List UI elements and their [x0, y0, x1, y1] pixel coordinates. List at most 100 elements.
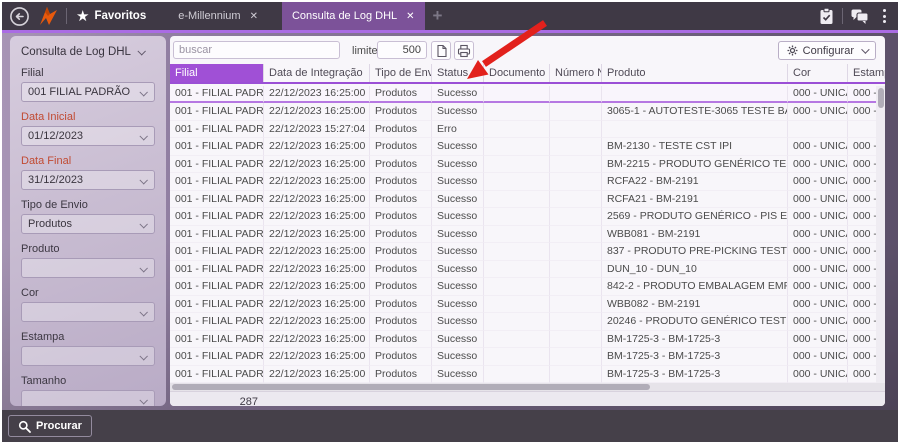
search-input[interactable]: [173, 41, 340, 59]
column-header-status[interactable]: Status: [432, 64, 484, 82]
select-estampa[interactable]: [21, 346, 155, 366]
table-row[interactable]: 001 - FILIAL PADRÃO22/12/2023 16:25:00Pr…: [170, 278, 885, 296]
table-cell: BM-1725-3 - BM-1725-3: [602, 365, 788, 383]
chevron-down-icon: [139, 132, 148, 141]
table-row[interactable]: 001 - FILIAL PADRÃO22/12/2023 16:25:00Pr…: [170, 173, 885, 191]
table-cell: BM-2130 - TESTE CST IPI: [602, 138, 788, 156]
select-produto[interactable]: [21, 258, 155, 278]
select-filial[interactable]: 001 FILIAL PADRÃO: [21, 82, 155, 102]
horizontal-scrollbar[interactable]: [170, 383, 885, 391]
table-cell: Produtos: [370, 138, 432, 156]
table-cell: Produtos: [370, 103, 432, 121]
search-submit-button[interactable]: Procurar: [8, 415, 92, 437]
column-header-documento[interactable]: Documento: [484, 64, 550, 82]
table-row[interactable]: 001 - FILIAL PADRÃO22/12/2023 16:25:00Pr…: [170, 103, 885, 121]
chevron-down-icon: [139, 176, 148, 185]
table-body: 001 - FILIAL PADRÃO22/12/2023 16:25:00Pr…: [170, 86, 885, 383]
table-cell: Sucesso: [432, 190, 484, 209]
table-row[interactable]: 001 - FILIAL PADRÃO22/12/2023 16:25:00Pr…: [170, 330, 885, 349]
chat-bubbles-icon[interactable]: [850, 8, 870, 25]
configure-button[interactable]: Configurar: [777, 41, 876, 60]
table-row[interactable]: 001 - FILIAL PADRÃO22/12/2023 16:25:00Pr…: [170, 208, 885, 226]
tab-consulta-log-dhl[interactable]: Consulta de Log DHL ✕: [281, 2, 425, 30]
chevron-down-icon: [139, 396, 148, 405]
back-icon[interactable]: [9, 6, 30, 27]
table-row[interactable]: 001 - FILIAL PADRÃO22/12/2023 16:25:00Pr…: [170, 190, 885, 209]
table-cell: 000 - UNICA: [788, 103, 848, 121]
table-cell: 22/12/2023 16:25:00: [264, 295, 370, 314]
select-value: Produtos: [28, 218, 73, 230]
table-cell: 000 - UNICA: [788, 173, 848, 191]
select-data-inicial[interactable]: 01/12/2023: [21, 126, 155, 146]
table-row[interactable]: 001 - FILIAL PADRÃO22/12/2023 16:25:00Pr…: [170, 348, 885, 366]
column-header-cor[interactable]: Cor: [788, 64, 848, 82]
table-row[interactable]: 001 - FILIAL PADRÃO22/12/2023 15:27:04Pr…: [170, 120, 885, 139]
field-label-cor: Cor: [21, 287, 39, 299]
table-cell: 3065-1 - AUTOTESTE-3065 TESTE BARRA 1: [602, 103, 788, 121]
select-data-final[interactable]: 31/12/2023: [21, 170, 155, 190]
column-header-tipo-de-envio[interactable]: Tipo de Envio: [370, 64, 432, 82]
table-cell: [550, 225, 602, 244]
panel-title[interactable]: Consulta de Log DHL: [21, 46, 155, 58]
favorites-label[interactable]: Favoritos: [94, 10, 146, 22]
record-count: 287: [239, 396, 258, 406]
vertical-scrollbar[interactable]: [876, 86, 885, 383]
close-icon[interactable]: ✕: [406, 11, 414, 22]
scrollbar-thumb[interactable]: [877, 88, 884, 108]
table-row[interactable]: 001 - FILIAL PADRÃO22/12/2023 16:25:00Pr…: [170, 138, 885, 156]
export-document-icon[interactable]: [431, 41, 451, 60]
table-cell: 22/12/2023 16:25:00: [264, 330, 370, 349]
table-row[interactable]: 001 - FILIAL PADRÃO22/12/2023 16:25:00Pr…: [170, 243, 885, 261]
table-row[interactable]: 001 - FILIAL PADRÃO22/12/2023 16:25:00Pr…: [170, 155, 885, 174]
table-row[interactable]: 001 - FILIAL PADRÃO22/12/2023 16:25:00Pr…: [170, 86, 885, 104]
close-icon[interactable]: ✕: [250, 11, 258, 22]
select-tipo-de-envio[interactable]: Produtos: [21, 214, 155, 234]
table-cell: RCFA21 - BM-2191: [602, 190, 788, 209]
table-cell: Sucesso: [432, 173, 484, 191]
app-window: ★ Favoritos e-Millennium ✕ Consulta de L…: [0, 0, 900, 444]
select-cor[interactable]: [21, 302, 155, 322]
table-cell: [550, 295, 602, 314]
table-cell: Produtos: [370, 155, 432, 174]
column-header-produto[interactable]: Produto: [602, 64, 788, 82]
table-cell: Sucesso: [432, 138, 484, 156]
clipboard-check-icon[interactable]: [818, 7, 835, 26]
search-submit-label: Procurar: [36, 420, 82, 432]
table-row[interactable]: 001 - FILIAL PADRÃO22/12/2023 16:25:00Pr…: [170, 365, 885, 383]
table-cell: 22/12/2023 16:25:00: [264, 365, 370, 383]
table-row[interactable]: 001 - FILIAL PADRÃO22/12/2023 16:25:00Pr…: [170, 295, 885, 314]
table-cell: Sucesso: [432, 243, 484, 261]
table-cell: 000 - UNICA: [788, 155, 848, 174]
table-cell: 000 - UNICA: [788, 365, 848, 383]
table-cell: [484, 155, 550, 174]
print-icon[interactable]: [454, 41, 474, 60]
table-cell: Sucesso: [432, 86, 484, 104]
new-tab-icon[interactable]: +: [433, 6, 443, 26]
column-header-estampa[interactable]: Estampa: [848, 64, 885, 82]
table-cell: Produtos: [370, 365, 432, 383]
table-row[interactable]: 001 - FILIAL PADRÃO22/12/2023 16:25:00Pr…: [170, 225, 885, 244]
column-header-numero-no[interactable]: Número No...: [550, 64, 602, 82]
table-cell: [484, 138, 550, 156]
table-row[interactable]: 001 - FILIAL PADRÃO22/12/2023 16:25:00Pr…: [170, 260, 885, 279]
millennium-logo-icon[interactable]: [37, 5, 59, 27]
table-cell: 22/12/2023 16:25:00: [264, 225, 370, 244]
limit-input[interactable]: [377, 41, 427, 59]
table-cell: 20246 - PRODUTO GENÉRICO TESTE - GRAD...: [602, 313, 788, 331]
table-cell: 22/12/2023 16:25:00: [264, 173, 370, 191]
table-cell: 22/12/2023 16:25:00: [264, 103, 370, 121]
table-cell: 001 - FILIAL PADRÃO: [170, 313, 264, 331]
chevron-down-icon: [139, 352, 148, 361]
tab-e-millennium[interactable]: e-Millennium ✕: [168, 2, 268, 30]
column-header-filial[interactable]: Filial: [170, 64, 264, 82]
star-icon[interactable]: ★: [76, 7, 89, 25]
scrollbar-thumb[interactable]: [172, 384, 650, 390]
select-tamanho[interactable]: [21, 390, 155, 406]
table-cell: [550, 173, 602, 191]
column-header-data-de-integracao[interactable]: Data de Integração: [264, 64, 370, 82]
table-cell: [484, 243, 550, 261]
table-cell: [550, 155, 602, 174]
table-row[interactable]: 001 - FILIAL PADRÃO22/12/2023 16:25:00Pr…: [170, 313, 885, 331]
table-cell: [550, 365, 602, 383]
kebab-menu-icon[interactable]: [879, 9, 890, 23]
